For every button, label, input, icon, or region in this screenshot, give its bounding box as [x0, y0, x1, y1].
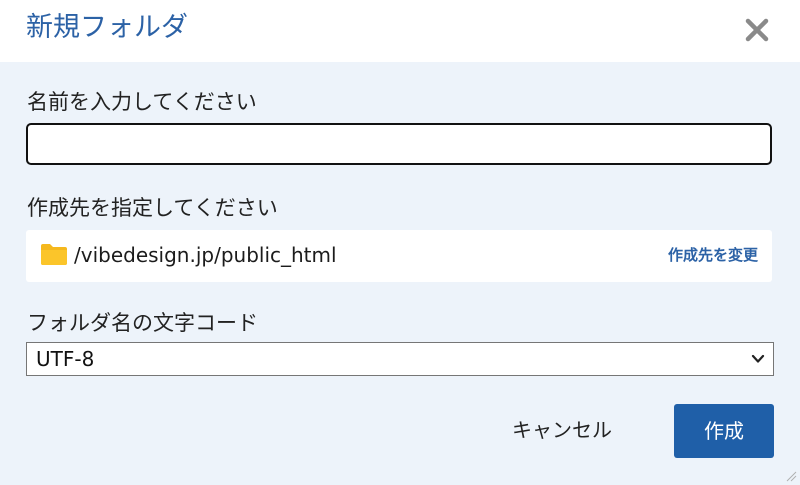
folder-name-input[interactable]: [26, 123, 772, 165]
chevron-down-icon: [751, 354, 765, 363]
destination-box: /vibedesign.jp/public_html 作成先を変更: [26, 230, 772, 282]
close-button[interactable]: [740, 12, 776, 48]
resize-grip-icon[interactable]: [785, 470, 797, 482]
dialog-header: 新規フォルダ: [0, 0, 800, 62]
name-field-label: 名前を入力してください: [27, 90, 257, 114]
cancel-button[interactable]: キャンセル: [496, 404, 628, 456]
encoding-selected-value: UTF-8: [36, 347, 95, 371]
encoding-label: フォルダ名の文字コード: [27, 311, 258, 335]
close-icon: [745, 18, 769, 42]
folder-icon: [41, 244, 67, 265]
destination-path: /vibedesign.jp/public_html: [74, 243, 337, 267]
change-destination-link[interactable]: 作成先を変更: [668, 244, 758, 266]
create-button[interactable]: 作成: [674, 404, 774, 458]
dialog-title: 新規フォルダ: [26, 12, 188, 43]
destination-label: 作成先を指定してください: [27, 196, 278, 220]
encoding-select[interactable]: UTF-8: [26, 342, 774, 376]
new-folder-dialog: 新規フォルダ 名前を入力してください 作成先を指定してください /vibedes…: [0, 0, 800, 485]
